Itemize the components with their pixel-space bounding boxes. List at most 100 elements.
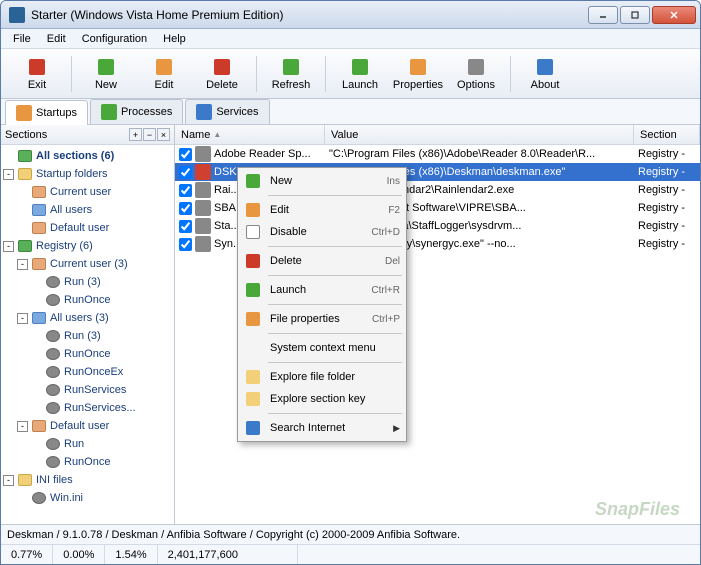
blank-icon <box>244 339 262 357</box>
tree-node[interactable]: -All users (3) <box>3 309 172 327</box>
tree-toggle-icon[interactable]: - <box>3 169 14 180</box>
blue-icon <box>244 419 262 437</box>
tool-refresh[interactable]: Refresh <box>263 52 319 96</box>
tree-node[interactable]: Default user <box>3 219 172 237</box>
row-section: Registry - <box>634 220 700 232</box>
col-value[interactable]: Value <box>325 125 634 144</box>
tab-label: Processes <box>121 106 172 118</box>
close-button[interactable] <box>652 6 696 24</box>
ctx-disable[interactable]: DisableCtrl+D <box>240 221 404 243</box>
tree-node[interactable]: -Registry (6) <box>3 237 172 255</box>
users-icon <box>31 203 47 217</box>
user-icon <box>31 257 47 271</box>
tree-node[interactable]: RunOnceEx <box>3 363 172 381</box>
tool-edit[interactable]: Edit <box>136 52 192 96</box>
collapse-all-button[interactable]: − <box>143 128 156 141</box>
ctx-explore-section-key[interactable]: Explore section key <box>240 388 404 410</box>
ctx-file-properties[interactable]: File propertiesCtrl+P <box>240 308 404 330</box>
menubar: File Edit Configuration Help <box>1 29 700 49</box>
tool-launch[interactable]: Launch <box>332 52 388 96</box>
app-item-icon <box>195 236 211 252</box>
tree-label: All users <box>50 204 92 216</box>
tree-node[interactable]: All sections (6) <box>3 147 172 165</box>
ctx-search-internet[interactable]: Search Internet▶ <box>240 417 404 439</box>
tree-node[interactable]: -Startup folders <box>3 165 172 183</box>
tool-label: Exit <box>28 79 46 91</box>
tree-label: RunServices... <box>64 402 136 414</box>
sections-tree[interactable]: All sections (6)-Startup foldersCurrent … <box>1 145 174 524</box>
tab-processes[interactable]: Processes <box>90 99 183 124</box>
menu-separator <box>268 333 402 334</box>
row-checkbox[interactable] <box>179 238 192 251</box>
gear-icon <box>45 437 61 451</box>
tree-node[interactable]: -INI files <box>3 471 172 489</box>
ctx-explore-file-folder[interactable]: Explore file folder <box>240 366 404 388</box>
menu-help[interactable]: Help <box>155 31 194 47</box>
gear-icon <box>45 365 61 379</box>
ctx-delete[interactable]: DeleteDel <box>240 250 404 272</box>
orange-icon <box>244 310 262 328</box>
tree-node[interactable]: Run <box>3 435 172 453</box>
menu-configuration[interactable]: Configuration <box>74 31 155 47</box>
tool-about[interactable]: About <box>517 52 573 96</box>
ctx-shortcut: Ctrl+P <box>372 314 400 325</box>
tree-toggle-icon[interactable]: - <box>17 313 28 324</box>
ctx-new[interactable]: NewIns <box>240 170 404 192</box>
tree-toggle-icon[interactable]: - <box>17 259 28 270</box>
tree-toggle-icon[interactable]: - <box>17 421 28 432</box>
maximize-button[interactable] <box>620 6 650 24</box>
menu-file[interactable]: File <box>5 31 39 47</box>
tool-new[interactable]: New <box>78 52 134 96</box>
tool-label: Delete <box>206 79 238 91</box>
tree-toggle-icon[interactable]: - <box>3 241 14 252</box>
startups-tab-icon <box>16 105 32 121</box>
ctx-launch[interactable]: LaunchCtrl+R <box>240 279 404 301</box>
tree-node[interactable]: Current user <box>3 183 172 201</box>
tool-exit[interactable]: Exit <box>9 52 65 96</box>
tab-label: Services <box>216 106 258 118</box>
minimize-button[interactable] <box>588 6 618 24</box>
list-row[interactable]: Adobe Reader Sp..."C:\Program Files (x86… <box>175 145 700 163</box>
row-checkbox[interactable] <box>179 148 192 161</box>
tab-services[interactable]: Services <box>185 99 269 124</box>
sort-arrow-icon: ▲ <box>213 130 221 139</box>
ctx-label: Edit <box>270 204 388 216</box>
about-icon <box>535 57 555 77</box>
tree-node[interactable]: RunServices... <box>3 399 172 417</box>
col-name[interactable]: Name ▲ <box>175 125 325 144</box>
col-section[interactable]: Section <box>634 125 700 144</box>
sections-title: Sections <box>5 129 129 141</box>
row-checkbox[interactable] <box>179 220 192 233</box>
tab-startups[interactable]: Startups <box>5 100 88 125</box>
tool-options[interactable]: Options <box>448 52 504 96</box>
tree-node[interactable]: RunServices <box>3 381 172 399</box>
tree-node[interactable]: -Default user <box>3 417 172 435</box>
tool-properties[interactable]: Properties <box>390 52 446 96</box>
ctx-label: File properties <box>270 313 372 325</box>
close-panel-button[interactable]: × <box>157 128 170 141</box>
menu-separator <box>268 362 402 363</box>
ctx-edit[interactable]: EditF2 <box>240 199 404 221</box>
context-menu: NewIns EditF2DisableCtrl+D DeleteDel Launch… <box>237 167 407 442</box>
tree-node[interactable]: -Current user (3) <box>3 255 172 273</box>
tool-delete[interactable]: Delete <box>194 52 250 96</box>
properties-icon <box>408 57 428 77</box>
list-body[interactable]: Adobe Reader Sp..."C:\Program Files (x86… <box>175 145 700 524</box>
tree-node[interactable]: Run (3) <box>3 273 172 291</box>
menu-edit[interactable]: Edit <box>39 31 74 47</box>
tree-node[interactable]: RunOnce <box>3 453 172 471</box>
row-checkbox[interactable] <box>179 166 192 179</box>
row-checkbox[interactable] <box>179 184 192 197</box>
row-checkbox[interactable] <box>179 202 192 215</box>
titlebar[interactable]: Starter (Windows Vista Home Premium Edit… <box>1 1 700 29</box>
tree-node[interactable]: Win.ini <box>3 489 172 507</box>
tree-toggle-icon[interactable]: - <box>3 475 14 486</box>
expand-all-button[interactable]: + <box>129 128 142 141</box>
row-name: Sta... <box>214 220 240 232</box>
tree-node[interactable]: RunOnce <box>3 345 172 363</box>
tree-node[interactable]: All users <box>3 201 172 219</box>
tree-node[interactable]: RunOnce <box>3 291 172 309</box>
ctx-shortcut: Del <box>385 256 400 267</box>
tree-node[interactable]: Run (3) <box>3 327 172 345</box>
ctx-system-context-menu[interactable]: System context menu <box>240 337 404 359</box>
